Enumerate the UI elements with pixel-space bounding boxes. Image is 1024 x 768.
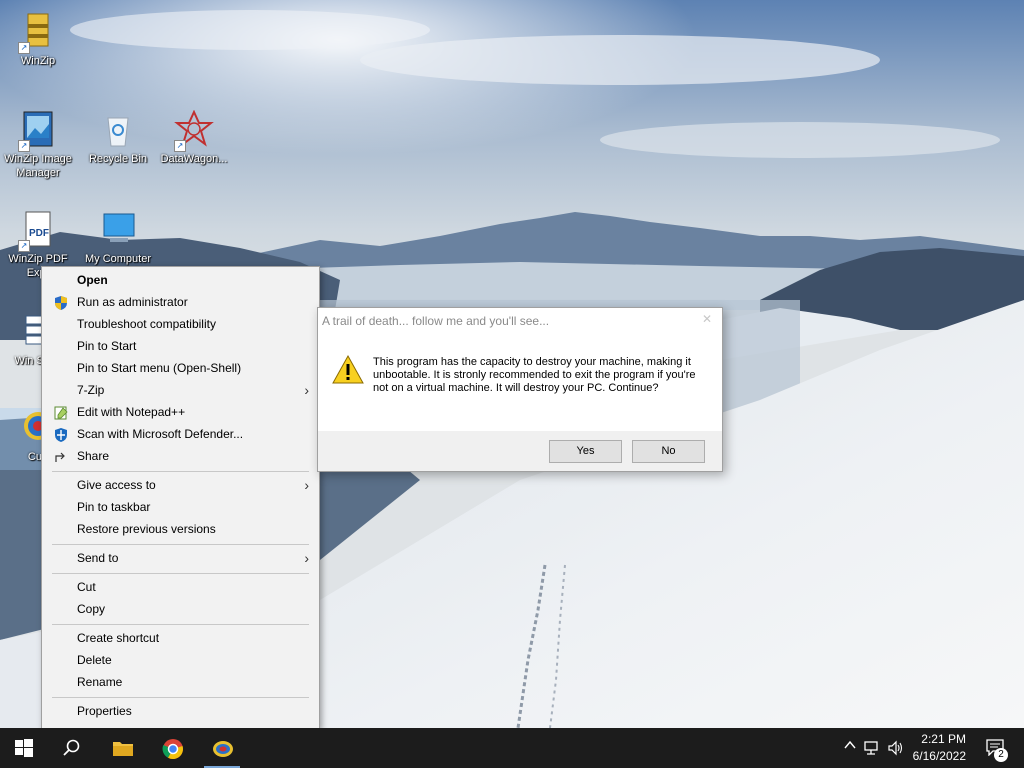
menu-item-label: Run as administrator — [77, 295, 188, 309]
menu-item-label: Pin to taskbar — [77, 500, 151, 514]
menu-item-restore-previous-versions[interactable]: Restore previous versions — [42, 519, 319, 541]
menu-separator — [52, 573, 309, 574]
menu-item-label: Troubleshoot compatibility — [77, 317, 216, 331]
volume-icon[interactable] — [888, 740, 904, 761]
menu-item-label: Scan with Microsoft Defender... — [77, 427, 244, 441]
menu-item-label: Delete — [77, 653, 112, 667]
warning-icon — [332, 354, 364, 384]
chrome-icon — [162, 739, 183, 760]
menu-item-delete[interactable]: Delete — [42, 650, 319, 672]
menu-item-open[interactable]: Open — [42, 270, 319, 292]
menu-item-edit-with-notepad[interactable]: Edit with Notepad++ — [42, 402, 319, 424]
datawagon-icon: ↗ — [174, 109, 214, 152]
chevron-right-icon: › — [304, 477, 309, 493]
menu-item-pin-to-start[interactable]: Pin to Start — [42, 336, 319, 358]
menu-item-cut[interactable]: Cut — [42, 577, 319, 599]
clock-date[interactable]: 6/16/2022 — [913, 749, 966, 763]
search-button[interactable] — [48, 728, 96, 768]
shortcut-arrow-icon: ↗ — [18, 42, 30, 54]
menu-item-send-to[interactable]: Send to › — [42, 548, 319, 570]
menu-item-7-zip[interactable]: 7-Zip › — [42, 380, 319, 402]
search-icon — [63, 739, 80, 756]
taskbar-file-explorer[interactable] — [98, 728, 146, 768]
menu-item-copy[interactable]: Copy — [42, 599, 319, 621]
desktop-icon-label: WinZip — [20, 55, 56, 67]
desktop-icon-my-computer[interactable]: My Computer — [80, 210, 156, 266]
menu-item-scan-with-defender[interactable]: Scan with Microsoft Defender... — [42, 424, 319, 446]
menu-item-pin-to-start-open-shell[interactable]: Pin to Start menu (Open-Shell) — [42, 358, 319, 380]
menu-item-label: Cut — [77, 580, 96, 594]
shortcut-arrow-icon: ↗ — [18, 140, 30, 152]
desktop-icon-recycle-bin[interactable]: Recycle Bin — [80, 110, 156, 166]
dialog-title: A trail of death... follow me and you'll… — [322, 314, 550, 328]
menu-separator — [52, 544, 309, 545]
share-icon — [54, 450, 68, 464]
taskbar-cube-app[interactable] — [198, 728, 246, 768]
uac-shield-icon — [54, 296, 68, 310]
desktop-icon-label: My Computer — [84, 253, 152, 265]
desktop-icon-label: Recycle Bin — [88, 153, 148, 165]
shortcut-arrow-icon: ↗ — [174, 140, 186, 152]
desktop-icon-datawagon[interactable]: ↗ DataWagon... — [156, 109, 232, 166]
no-button[interactable]: No — [632, 440, 705, 463]
desktop-icon-winzip[interactable]: ↗ WinZip — [0, 12, 76, 68]
dialog-titlebar[interactable]: A trail of death... follow me and you'll… — [318, 308, 722, 334]
menu-item-label: Give access to — [77, 478, 156, 492]
menu-item-label: Restore previous versions — [77, 522, 216, 536]
menu-item-label: Copy — [77, 602, 106, 616]
winzip-icon: ↗ — [18, 12, 58, 54]
menu-item-give-access-to[interactable]: Give access to › — [42, 475, 319, 497]
desktop-icon-label: DataWagon... — [160, 153, 228, 165]
chevron-right-icon: › — [304, 382, 309, 398]
menu-separator — [52, 697, 309, 698]
menu-item-label: Pin to Start menu (Open-Shell) — [77, 361, 242, 375]
desktop-icon-label: WinZip Image Manager — [4, 153, 72, 179]
menu-item-rename[interactable]: Rename — [42, 672, 319, 694]
menu-item-label: Pin to Start — [77, 339, 137, 353]
menu-item-label: Edit with Notepad++ — [77, 405, 186, 419]
taskbar-chrome[interactable] — [148, 728, 196, 768]
menu-item-label: 7-Zip — [77, 383, 105, 397]
desktop-icon-winzip-image-manager[interactable]: ↗ WinZip Image Manager — [0, 110, 76, 180]
defender-shield-icon — [54, 428, 68, 442]
shortcut-arrow-icon: ↗ — [18, 240, 30, 252]
clock-time[interactable]: 2:21 PM — [921, 732, 966, 746]
menu-item-label: Rename — [77, 675, 123, 689]
menu-item-create-shortcut[interactable]: Create shortcut — [42, 628, 319, 650]
folder-icon — [113, 742, 133, 756]
start-button[interactable] — [0, 728, 48, 768]
dialog-message: This program has the capacity to destroy… — [373, 356, 696, 394]
taskbar: 2:21 PM 6/16/2022 2 — [0, 728, 1024, 768]
yes-button[interactable]: Yes — [549, 440, 622, 463]
close-icon[interactable]: ✕ — [702, 312, 712, 326]
menu-separator — [52, 471, 309, 472]
menu-item-label: Open — [77, 273, 108, 287]
menu-item-troubleshoot-compatibility[interactable]: Troubleshoot compatibility — [42, 314, 319, 336]
chevron-up-icon[interactable] — [844, 738, 856, 754]
windows-logo-icon — [15, 739, 33, 757]
notification-count-badge: 2 — [994, 748, 1008, 762]
context-menu: Open Run as administrator Troubleshoot c… — [41, 266, 320, 729]
computer-icon — [98, 210, 138, 250]
menu-item-share[interactable]: Share — [42, 446, 319, 468]
dialog-body: This program has the capacity to destroy… — [318, 334, 722, 431]
image-manager-icon: ↗ — [18, 110, 58, 152]
chevron-right-icon: › — [304, 550, 309, 566]
menu-separator — [52, 624, 309, 625]
menu-item-properties[interactable]: Properties — [42, 701, 319, 723]
menu-item-label: Create shortcut — [77, 631, 160, 645]
menu-item-label: Share — [77, 449, 110, 463]
network-icon[interactable] — [864, 740, 880, 761]
notepad-plus-plus-icon — [54, 406, 68, 420]
menu-item-label: Properties — [77, 704, 132, 718]
warning-dialog: A trail of death... follow me and you'll… — [317, 307, 723, 472]
svg-text:PDF: PDF — [29, 228, 49, 239]
menu-item-label: Send to — [77, 551, 119, 565]
recycle-bin-icon — [98, 110, 138, 150]
menu-item-pin-to-taskbar[interactable]: Pin to taskbar — [42, 497, 319, 519]
pdf-icon: PDF ↗ — [18, 210, 58, 252]
menu-item-run-as-administrator[interactable]: Run as administrator — [42, 292, 319, 314]
cube-app-icon — [213, 741, 233, 757]
